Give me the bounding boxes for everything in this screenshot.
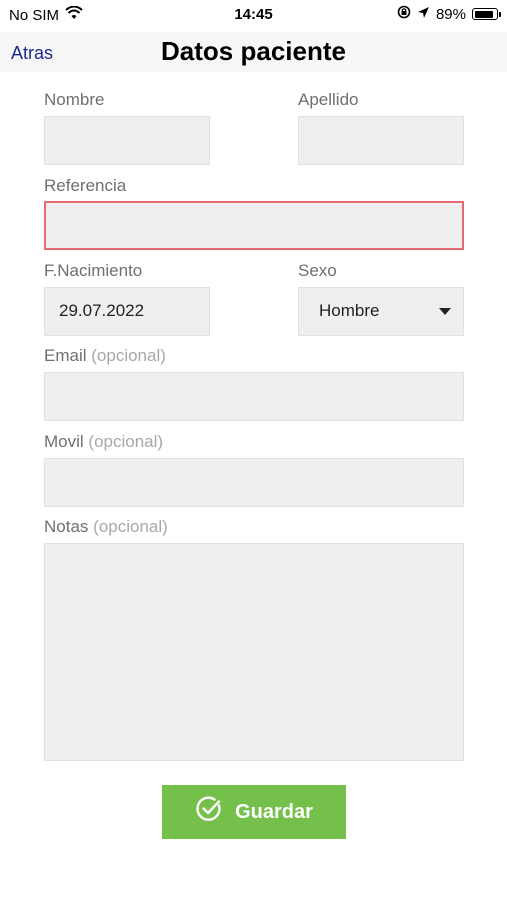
nombre-label: Nombre [44,90,105,109]
status-right: 89% [397,5,501,23]
chevron-down-icon [439,308,451,315]
nacimiento-value: 29.07.2022 [59,301,145,320]
email-label: Email (opcional) [44,346,166,366]
notas-label: Notas (opcional) [44,517,168,537]
save-button[interactable]: Guardar [162,785,346,839]
nombre-field[interactable] [44,116,210,165]
movil-optional-text: (opcional) [88,432,164,451]
check-circle-icon [195,795,223,829]
movil-field[interactable] [44,458,464,507]
battery-percent: 89% [435,5,466,23]
email-field[interactable] [44,372,464,421]
page-title: Datos paciente [161,36,346,66]
email-optional-text: (opcional) [91,346,166,365]
battery-icon [472,8,501,20]
sexo-select[interactable]: Hombre [298,287,464,336]
notas-label-text: Notas [44,517,89,536]
nacimiento-label: F.Nacimiento [44,261,143,280]
apellido-field[interactable] [298,116,464,165]
referencia-label: Referencia [44,176,127,195]
movil-label: Movil (opcional) [44,432,163,452]
referencia-field[interactable] [44,201,464,250]
nav-bar: Atras Datos paciente [0,32,507,72]
movil-label-text: Movil [44,432,84,451]
email-label-text: Email [44,346,87,365]
sexo-label: Sexo [298,261,337,280]
notas-optional-text: (opcional) [93,517,168,536]
nacimiento-field[interactable]: 29.07.2022 [44,287,210,336]
save-button-label: Guardar [235,800,313,823]
notas-textarea[interactable] [44,543,464,761]
lock-rotation-icon [397,5,411,23]
status-bar: No SIM 14:45 89% [0,0,507,32]
location-icon [417,6,430,23]
sexo-value: Hombre [319,301,380,320]
apellido-label: Apellido [298,90,359,109]
